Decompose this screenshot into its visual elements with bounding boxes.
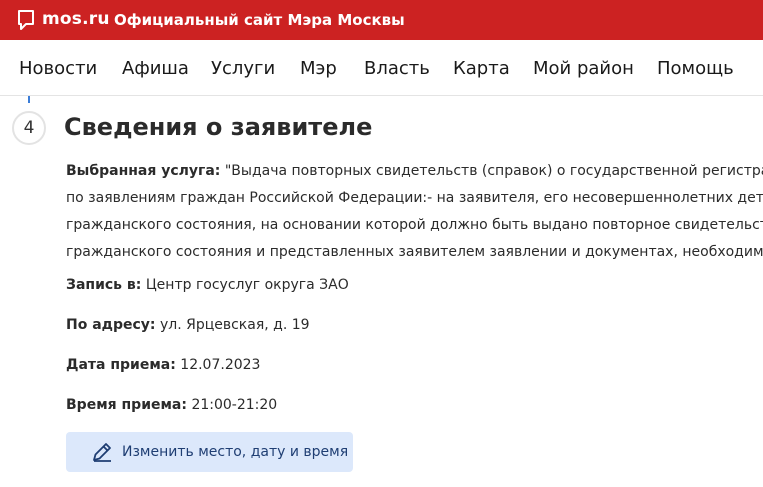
top-bar: mos.ru Официальный сайт Мэра Москвы: [0, 0, 763, 40]
nav-item-help[interactable]: Помощь: [657, 58, 734, 79]
address-label: По адресу:: [66, 317, 156, 333]
nav-item-news[interactable]: Новости: [19, 58, 97, 79]
pencil-icon: [93, 443, 111, 462]
address-row: По адресу: ул. Ярцевская, д. 19: [66, 317, 310, 333]
nav-item-authority[interactable]: Власть: [364, 58, 430, 79]
nav-item-services[interactable]: Услуги: [211, 58, 275, 79]
time-row: Время приема: 21:00-21:20: [66, 397, 277, 413]
record-value: Центр госуслуг округа ЗАО: [145, 277, 349, 293]
section-title: Сведения о заявителе: [64, 113, 373, 141]
service-text-line-4: гражданского состояния и представленных …: [66, 244, 763, 260]
record-row: Запись в: Центр госуслуг округа ЗАО: [66, 277, 349, 293]
site-title: Официальный сайт Мэра Москвы: [114, 11, 405, 29]
main-nav: Новости Афиша Услуги Мэр Власть Карта Мо…: [0, 40, 763, 96]
step-number-badge: 4: [12, 111, 46, 145]
selected-service: Выбранная услуга: "Выдача повторных свид…: [66, 158, 763, 266]
nav-item-my-district[interactable]: Мой район: [533, 58, 634, 79]
nav-item-afisha[interactable]: Афиша: [122, 58, 189, 79]
date-label: Дата приема:: [66, 357, 176, 373]
time-value: 21:00-21:20: [191, 397, 278, 413]
time-label: Время приема:: [66, 397, 187, 413]
speech-bubble-icon[interactable]: [17, 10, 35, 31]
date-value: 12.07.2023: [180, 357, 261, 373]
nav-item-map[interactable]: Карта: [453, 58, 510, 79]
service-text-line-3: гражданского состояния, на основании кот…: [66, 217, 763, 233]
step-connector-line: [28, 96, 30, 103]
service-line: Выбранная услуга: "Выдача повторных свид…: [66, 158, 763, 185]
service-text-line-2: по заявлениям граждан Российской Федерац…: [66, 190, 763, 206]
logo-link[interactable]: mos.ru: [42, 9, 110, 29]
date-row: Дата приема: 12.07.2023: [66, 357, 260, 373]
change-place-date-time-button[interactable]: Изменить место, дату и время: [66, 432, 353, 472]
address-value: ул. Ярцевская, д. 19: [159, 317, 310, 333]
record-label: Запись в:: [66, 277, 142, 293]
service-label: Выбранная услуга:: [66, 163, 221, 179]
nav-item-mayor[interactable]: Мэр: [300, 58, 337, 79]
change-button-label: Изменить место, дату и время: [122, 444, 349, 460]
service-text-line-1: "Выдача повторных свидетельств (справок)…: [224, 163, 763, 179]
